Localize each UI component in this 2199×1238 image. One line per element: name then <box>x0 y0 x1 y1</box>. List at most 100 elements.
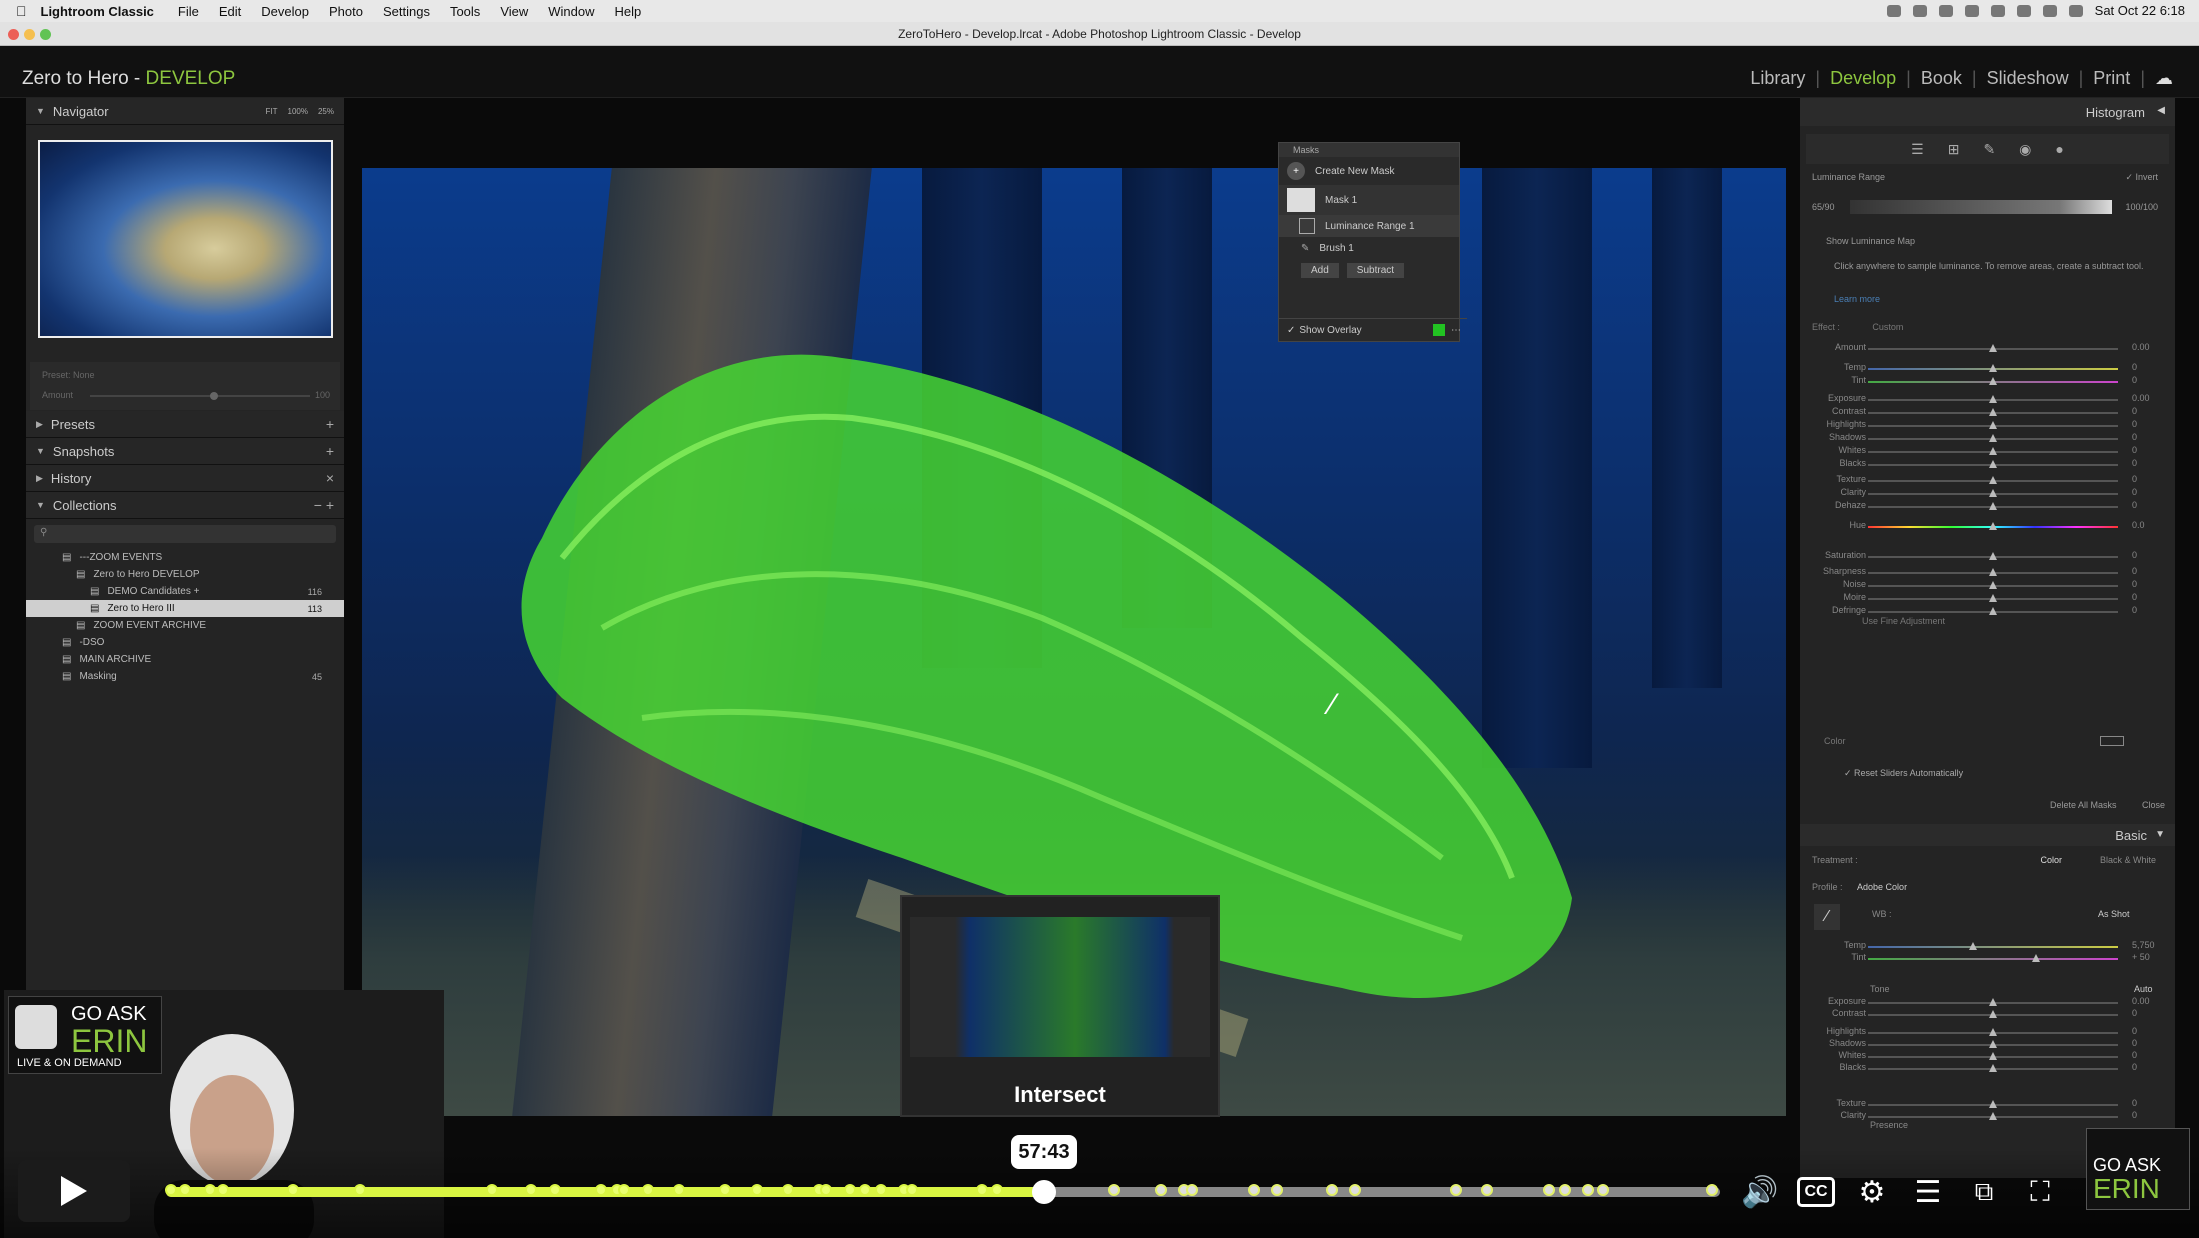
chapters-list-icon[interactable]: ☰ <box>1908 1172 1948 1212</box>
chapter-marker[interactable] <box>595 1184 608 1196</box>
checkbox-icon[interactable]: ✓ <box>1287 325 1295 336</box>
auto-tone-button[interactable]: Auto <box>2134 984 2153 994</box>
slider-thumb[interactable] <box>1989 460 1997 468</box>
add-snapshot-icon[interactable]: + <box>326 443 334 459</box>
collections-search-input[interactable]: ⚲ <box>34 525 336 543</box>
slider-thumb[interactable] <box>1989 1064 1997 1072</box>
slider-thumb[interactable] <box>1989 476 1997 484</box>
slider-contrast[interactable]: Contrast 0 <box>1816 406 2166 420</box>
snapshots-header[interactable]: ▼ Snapshots + <box>26 438 344 465</box>
slider-texture[interactable]: Texture 0 <box>1816 474 2166 488</box>
slider-value[interactable]: 0 <box>2132 375 2137 385</box>
collection-set-row[interactable]: ▤ Masking 45 <box>26 668 344 685</box>
slider-value[interactable]: 0 <box>2132 579 2137 589</box>
menu-tools[interactable]: Tools <box>450 4 480 19</box>
slider-value[interactable]: 0 <box>2132 419 2137 429</box>
close-masks-button[interactable]: Close <box>2142 800 2165 810</box>
slider-thumb[interactable] <box>1989 522 1997 530</box>
closed-captions-icon[interactable]: CC <box>1796 1172 1836 1212</box>
add-preset-icon[interactable]: + <box>326 416 334 432</box>
slider-contrast[interactable]: Contrast 0 <box>1816 1008 2166 1022</box>
chapter-marker[interactable] <box>1597 1184 1610 1196</box>
slider-blacks[interactable]: Blacks 0 <box>1816 458 2166 472</box>
collection-set-row[interactable]: ▤ MAIN ARCHIVE <box>26 651 344 668</box>
slider-value[interactable]: 0.0 <box>2132 520 2145 530</box>
chapter-marker[interactable] <box>1480 1184 1493 1196</box>
slider-value[interactable]: 0 <box>2132 487 2137 497</box>
slider-thumb[interactable] <box>1989 1112 1997 1120</box>
red-eye-icon[interactable]: ◉ <box>2019 141 2031 158</box>
module-library[interactable]: Library <box>1750 68 1805 89</box>
chapter-marker[interactable] <box>1325 1184 1338 1196</box>
collection-set-row[interactable]: ▤ Zero to Hero DEVELOP <box>26 566 344 583</box>
slider-sharpness[interactable]: Sharpness 0 <box>1816 566 2166 580</box>
amount-slider[interactable] <box>90 392 310 400</box>
slider-thumb[interactable] <box>1989 1100 1997 1108</box>
slider-thumb[interactable] <box>1989 998 1997 1006</box>
slider-thumb[interactable] <box>1989 364 1997 372</box>
slider-value[interactable]: 0 <box>2132 1098 2137 1108</box>
wb-dropdown[interactable]: As Shot <box>2098 909 2130 919</box>
slider-thumb[interactable] <box>2031 954 2040 962</box>
slider-thumb[interactable] <box>1989 395 1997 403</box>
navigator-header[interactable]: ▼ Navigator FIT 100% 25% <box>26 98 344 125</box>
collection-set-row[interactable]: ▤ ZOOM EVENT ARCHIVE <box>26 617 344 634</box>
slider-moire[interactable]: Moire 0 <box>1816 592 2166 606</box>
amount-slider-thumb[interactable] <box>210 392 218 400</box>
apple-icon[interactable]:  <box>16 3 27 19</box>
add-collection-icon[interactable]: − + <box>314 497 334 513</box>
chapter-marker[interactable] <box>781 1184 794 1196</box>
slider-temp[interactable]: Temp 0 <box>1816 362 2166 376</box>
status-icon[interactable] <box>1938 4 1953 17</box>
slider-saturation[interactable]: Saturation 0 <box>1816 550 2166 564</box>
slider-value[interactable]: 0 <box>2132 362 2137 372</box>
use-fine-adjustment-checkbox[interactable]: Use Fine Adjustment <box>1862 616 1945 626</box>
volume-icon[interactable]: 🔊 <box>1740 1172 1780 1212</box>
chapter-marker[interactable] <box>548 1184 561 1196</box>
chapter-marker[interactable] <box>1271 1184 1284 1196</box>
slider-value[interactable]: 0 <box>2132 1038 2137 1048</box>
healing-icon[interactable]: ✎ <box>1983 141 1995 158</box>
menu-help[interactable]: Help <box>615 4 642 19</box>
slider-value[interactable]: 0.00 <box>2132 342 2150 352</box>
slider-clarity[interactable]: Clarity 0 <box>1816 487 2166 501</box>
slider-tint[interactable]: Tint + 50 <box>1816 952 2166 966</box>
learn-more-link[interactable]: Learn more <box>1834 294 1880 304</box>
chapter-marker[interactable] <box>874 1184 887 1196</box>
slider-track[interactable] <box>1868 958 2118 960</box>
collection-set-row[interactable]: ▤ ---ZOOM EVENTS <box>26 549 344 566</box>
play-button[interactable] <box>18 1160 130 1222</box>
slider-value[interactable]: + 50 <box>2132 952 2150 962</box>
collections-header[interactable]: ▼ Collections − + <box>26 492 344 519</box>
mask-component-item[interactable]: ✎ Brush 1 <box>1279 237 1459 259</box>
slider-value[interactable]: 0 <box>2132 445 2137 455</box>
menu-app-name[interactable]: Lightroom Classic <box>41 4 154 19</box>
slider-value[interactable]: 0 <box>2132 500 2137 510</box>
battery-icon[interactable] <box>2042 4 2057 17</box>
slider-clarity[interactable]: Clarity 0 <box>1816 1110 2166 1124</box>
history-header[interactable]: ▶ History × <box>26 465 344 492</box>
picture-in-picture-icon[interactable]: ⧉ <box>1964 1172 2004 1212</box>
minimize-window-button[interactable] <box>24 29 35 40</box>
chapter-marker[interactable] <box>1449 1184 1462 1196</box>
eyedropper-icon[interactable]: ⁄ <box>1814 904 1840 930</box>
slider-value[interactable]: 0 <box>2132 1110 2137 1120</box>
slider-value[interactable]: 0.00 <box>2132 393 2150 403</box>
slider-thumb[interactable] <box>1989 568 1997 576</box>
slider-thumb[interactable] <box>1989 447 1997 455</box>
collection-row[interactable]: ▤ DEMO Candidates + 116 <box>26 583 344 600</box>
slider-hue[interactable]: Hue 0.0 <box>1816 520 2166 534</box>
module-slideshow[interactable]: Slideshow <box>1987 68 2069 89</box>
slider-dehaze[interactable]: Dehaze 0 <box>1816 500 2166 514</box>
module-book[interactable]: Book <box>1921 68 1962 89</box>
slider-highlights[interactable]: Highlights 0 <box>1816 419 2166 433</box>
menu-window[interactable]: Window <box>548 4 594 19</box>
slider-value[interactable]: 0 <box>2132 1050 2137 1060</box>
slider-value[interactable]: 0 <box>2132 406 2137 416</box>
slider-value[interactable]: 0 <box>2132 1062 2137 1072</box>
slider-thumb[interactable] <box>1989 581 1997 589</box>
chapter-marker[interactable] <box>1247 1184 1260 1196</box>
scrubber-handle[interactable] <box>1032 1180 1056 1204</box>
slider-thumb[interactable] <box>1989 607 1997 615</box>
mask-component-item[interactable]: Luminance Range 1 <box>1279 215 1459 237</box>
